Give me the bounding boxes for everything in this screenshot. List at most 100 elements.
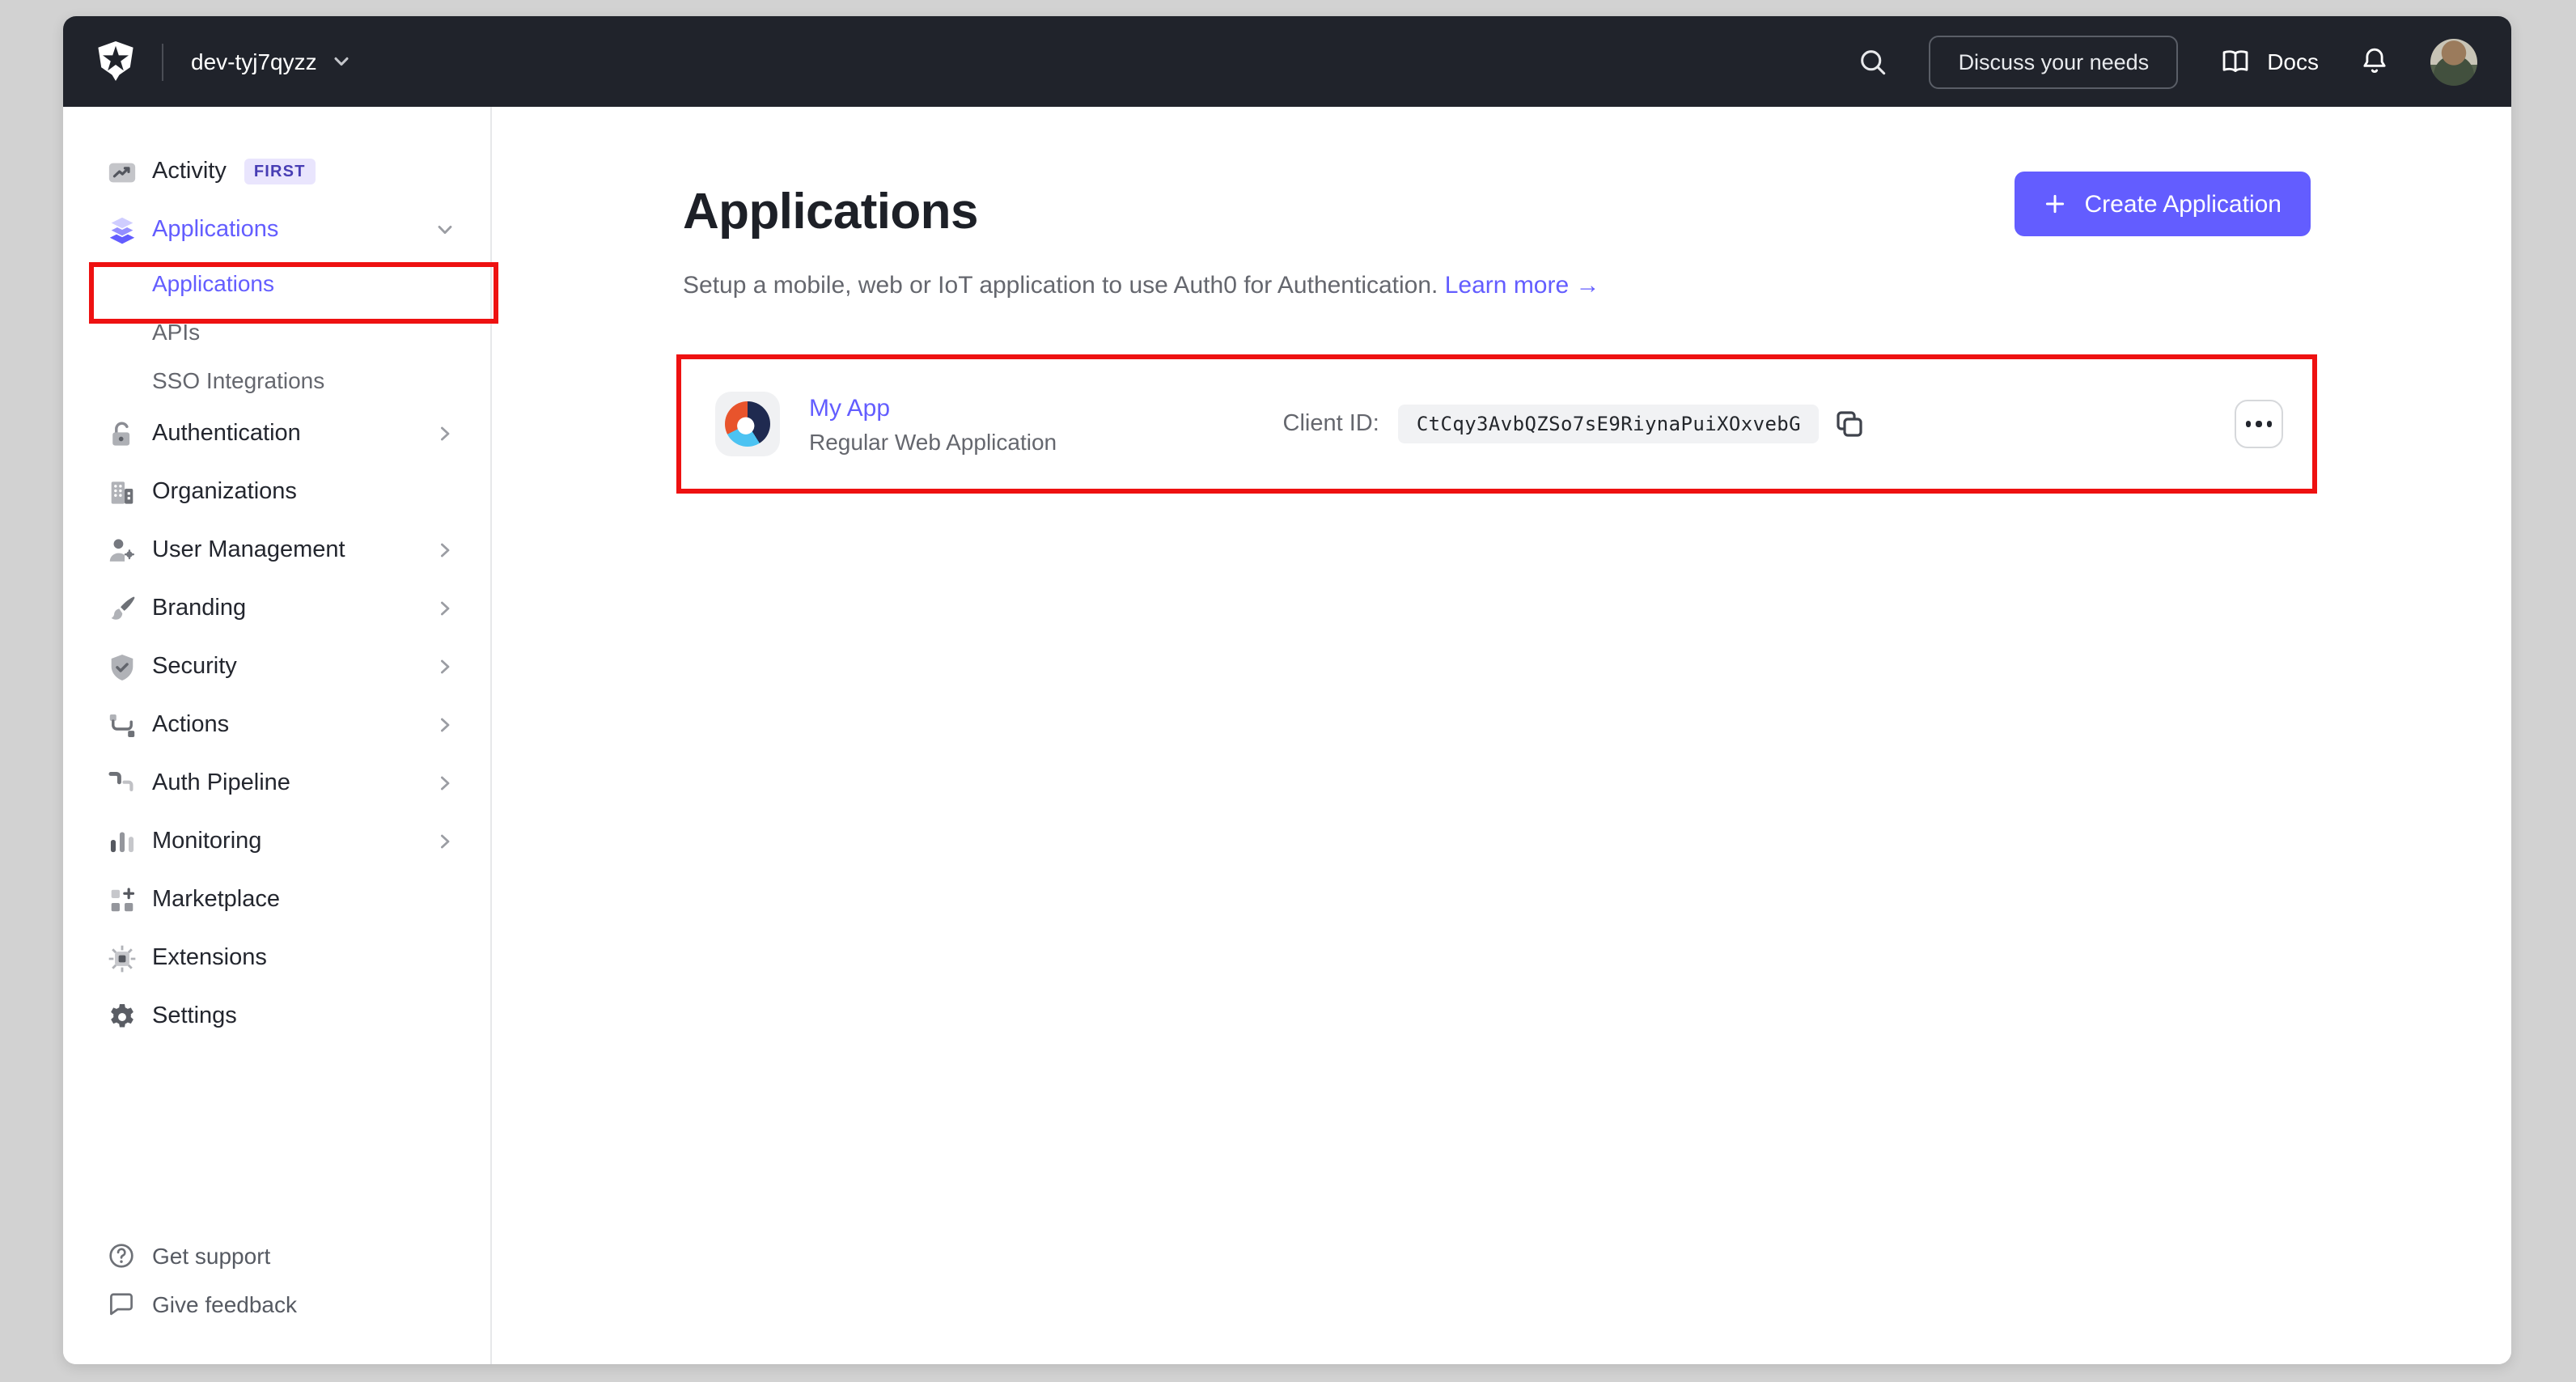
app-row-menu-button[interactable] [2235, 400, 2283, 448]
chevron-right-icon [441, 776, 450, 791]
main-area: Applications Create Application Setup a … [492, 107, 2511, 1364]
sidebar-item-label: Authentication [152, 421, 301, 447]
arrow-right-icon: → [1575, 272, 1600, 299]
sidebar-item-activity[interactable]: Activity FIRST [63, 142, 490, 201]
sidebar-item-marketplace[interactable]: Marketplace [63, 871, 490, 929]
chevron-down-icon [334, 57, 349, 66]
copy-icon[interactable] [1833, 408, 1866, 440]
bar-chart-icon [110, 831, 134, 852]
sidebar-nav: Activity FIRST Applications Applications… [63, 107, 490, 1045]
sidebar: Activity FIRST Applications Applications… [63, 107, 492, 1364]
paintbrush-icon [111, 596, 135, 619]
sidebar-item-actions[interactable]: Actions [63, 696, 490, 754]
chevron-right-icon [441, 659, 450, 674]
learn-more-link[interactable]: Learn more → [1445, 272, 1600, 299]
give-feedback-link[interactable]: Give feedback [63, 1280, 490, 1329]
docs-label: Docs [2267, 49, 2319, 74]
discuss-your-needs-button[interactable]: Discuss your needs [1929, 35, 2179, 88]
create-application-label: Create Application [2084, 190, 2282, 218]
topbar: dev-tyj7qyzz Discuss your needs Docs [63, 16, 2511, 107]
chevron-down-icon [438, 226, 452, 234]
first-badge: FIRST [244, 159, 316, 184]
user-gear-icon [109, 538, 135, 561]
shield-check-icon [111, 654, 133, 680]
app-name-block: My App Regular Web Application [809, 394, 1057, 454]
sidebar-item-label: Settings [152, 1003, 237, 1029]
sidebar-item-label: Branding [152, 596, 247, 621]
application-row[interactable]: My App Regular Web Application Client ID… [676, 354, 2317, 494]
stage: dev-tyj7qyzz Discuss your needs Docs Act… [0, 0, 2576, 1382]
sidebar-item-settings[interactable]: Settings [63, 987, 490, 1045]
speech-bubble-icon [110, 1293, 133, 1316]
applications-icon [108, 214, 137, 244]
sidebar-item-label: Actions [152, 712, 230, 738]
sidebar-item-user-management[interactable]: User Management [63, 521, 490, 579]
footer-label: Give feedback [152, 1291, 297, 1317]
chevron-right-icon [441, 718, 450, 732]
sidebar-item-auth-pipeline[interactable]: Auth Pipeline [63, 754, 490, 812]
sidebar-item-security[interactable]: Security [63, 638, 490, 696]
get-support-link[interactable]: Get support [63, 1232, 490, 1280]
docs-link[interactable]: Docs [2218, 48, 2319, 75]
sidebar-subitem-apis[interactable]: APIs [63, 307, 490, 356]
client-id-value: CtCqy3AvbQZSo7sE9RiynaPuiXOxvebG [1398, 405, 1819, 443]
flow-icon [109, 713, 135, 737]
tenant-switcher[interactable]: dev-tyj7qyzz [191, 49, 351, 74]
sidebar-item-extensions[interactable]: Extensions [63, 929, 490, 987]
chip-icon [108, 944, 136, 972]
client-id-label: Client ID: [1282, 411, 1379, 437]
chevron-right-icon [441, 543, 450, 557]
sidebar-item-organizations[interactable]: Organizations [63, 463, 490, 521]
subtitle-text: Setup a mobile, web or IoT application t… [683, 272, 1438, 299]
create-application-button[interactable]: Create Application [2015, 172, 2311, 236]
sidebar-item-monitoring[interactable]: Monitoring [63, 812, 490, 871]
page-header: Applications Create Application [683, 172, 2311, 243]
sub-item-label: SSO Integrations [152, 367, 325, 393]
sidebar-item-branding[interactable]: Branding [63, 579, 490, 638]
app-logo-icon [725, 401, 770, 447]
marketplace-grid-icon [111, 887, 135, 911]
sidebar-item-label: Applications [152, 217, 279, 243]
notifications-bell-icon[interactable] [2359, 45, 2390, 78]
sidebar-item-label: Activity [152, 159, 227, 184]
auth0-logo-icon [98, 41, 133, 81]
sidebar-subitem-sso-integrations[interactable]: SSO Integrations [63, 356, 490, 405]
content-container: Applications Create Application Setup a … [676, 172, 2317, 494]
activity-icon [108, 162, 136, 182]
sidebar-item-label: Organizations [152, 479, 297, 505]
client-id-group: Client ID: CtCqy3AvbQZSo7sE9RiynaPuiXOxv… [1283, 400, 2283, 448]
sidebar-item-label: Security [152, 654, 237, 680]
app-type-label: Regular Web Application [809, 428, 1057, 454]
sidebar-item-label: Extensions [152, 945, 267, 971]
page-subtitle: Setup a mobile, web or IoT application t… [683, 269, 2311, 303]
sub-item-label: Applications [152, 270, 274, 296]
chevron-right-icon [441, 426, 450, 441]
app-logo-tile [715, 392, 780, 456]
page-title: Applications [683, 183, 978, 240]
user-avatar[interactable] [2430, 38, 2477, 85]
chevron-right-icon [441, 601, 450, 616]
sidebar-footer: Get support Give feedback [63, 1232, 490, 1329]
learn-more-label: Learn more [1444, 272, 1570, 299]
book-icon [2222, 49, 2248, 71]
topbar-divider [162, 43, 163, 80]
sidebar-subitem-applications[interactable]: Applications [63, 259, 490, 307]
building-icon [111, 481, 133, 503]
auth0-dashboard-window: dev-tyj7qyzz Discuss your needs Docs Act… [63, 16, 2511, 1364]
search-icon[interactable] [1858, 46, 1889, 77]
tenant-name: dev-tyj7qyzz [191, 49, 317, 74]
app-name-link[interactable]: My App [809, 394, 1057, 422]
sidebar-item-label: Auth Pipeline [152, 770, 290, 796]
gear-icon [111, 1003, 133, 1027]
sub-item-label: APIs [152, 319, 201, 345]
plus-icon [2046, 194, 2065, 214]
topbar-right: Discuss your needs Docs [1858, 35, 2477, 88]
sidebar-item-label: User Management [152, 537, 345, 563]
sidebar-item-authentication[interactable]: Authentication [63, 405, 490, 463]
footer-label: Get support [152, 1243, 271, 1269]
sidebar-item-label: Marketplace [152, 887, 280, 913]
sidebar-item-applications[interactable]: Applications [63, 201, 490, 259]
sidebar-item-label: Monitoring [152, 829, 262, 854]
pipeline-icon [108, 770, 133, 791]
lock-open-icon [112, 421, 130, 445]
